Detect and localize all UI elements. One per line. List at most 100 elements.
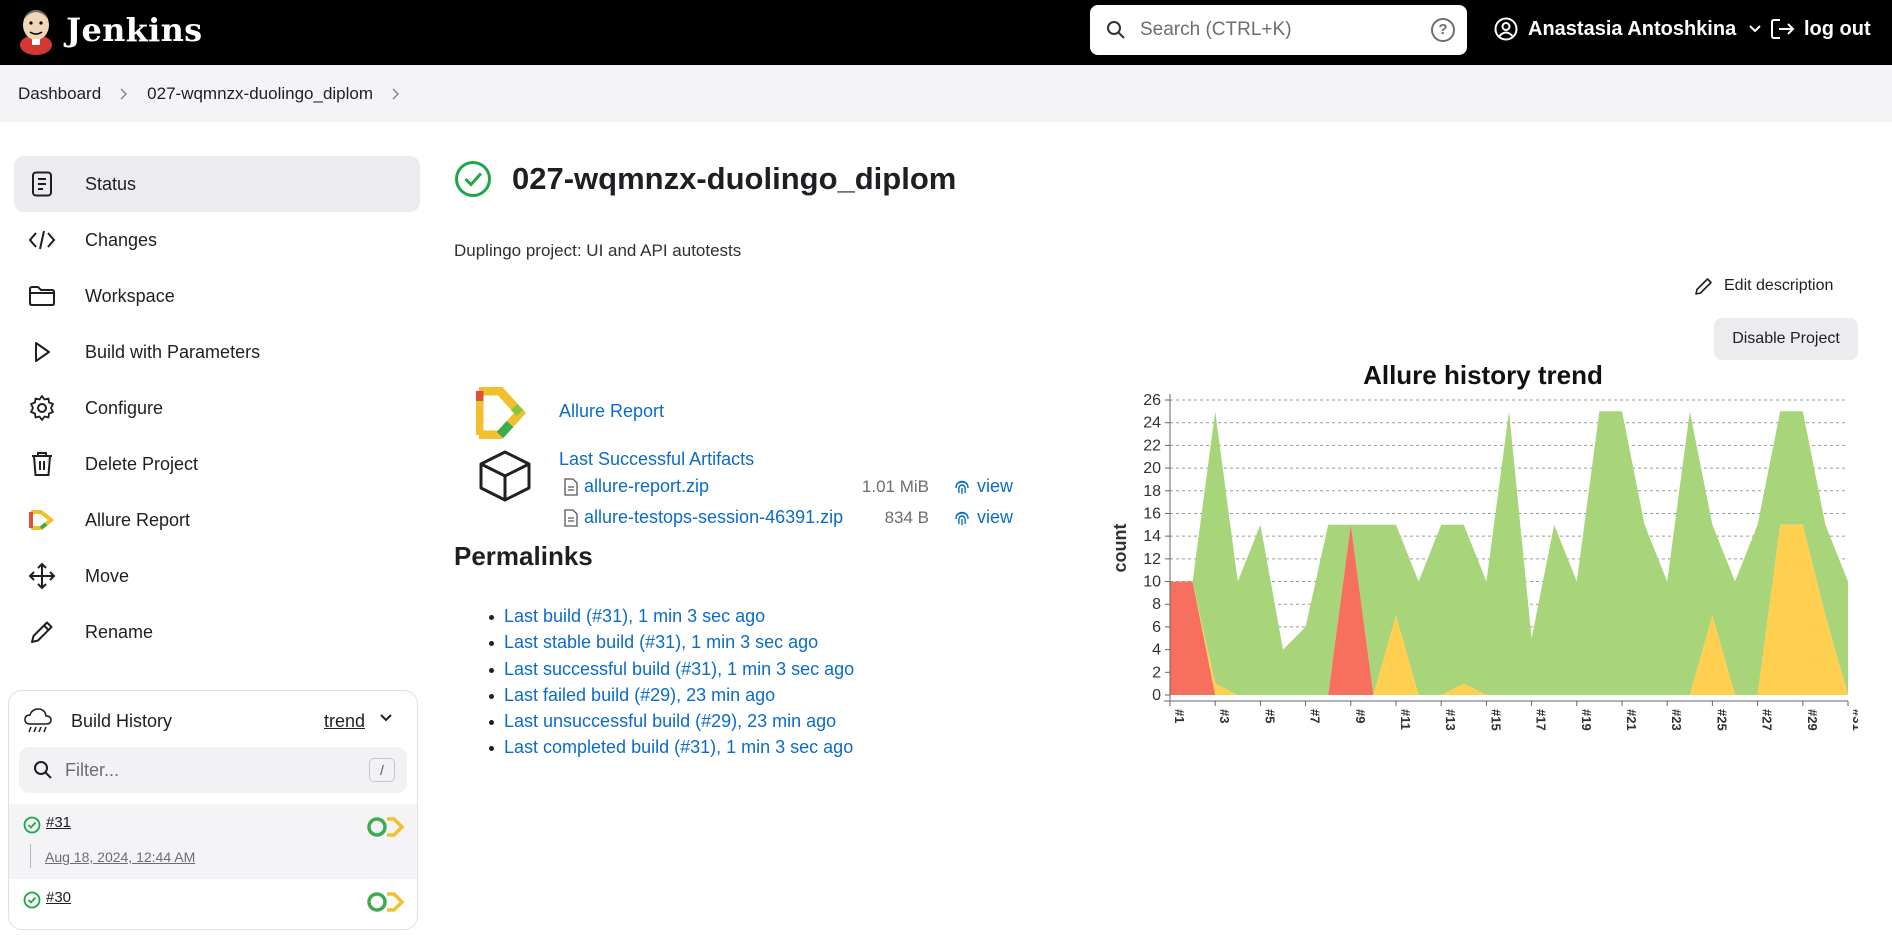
x-tick-label: #13: [1443, 709, 1458, 731]
jenkins-butler-icon: [20, 10, 52, 55]
sidebar-item-changes[interactable]: Changes: [14, 212, 420, 268]
permalink-last-unsuccessful-build[interactable]: Last unsuccessful build (#29), 23 min ag…: [504, 711, 836, 731]
permalink-last-build[interactable]: Last build (#31), 1 min 3 sec ago: [504, 606, 765, 626]
sidebar-item-allure-report[interactable]: Allure Report: [14, 492, 420, 548]
sidebar-item-label: Workspace: [85, 285, 175, 306]
permalinks-heading: Permalinks: [454, 541, 593, 571]
logout-icon: [1771, 19, 1795, 39]
x-tick-label: #19: [1579, 709, 1594, 731]
last-successful-artifacts-link[interactable]: Last Successful Artifacts: [559, 449, 754, 470]
chevron-right-icon: [119, 87, 129, 101]
search-icon: [34, 761, 52, 779]
artifact-row: allure-testops-session-46391.zip 834 B v…: [564, 507, 1014, 528]
permalink-last-successful-build[interactable]: Last successful build (#31), 1 min 3 sec…: [504, 659, 854, 679]
x-tick-label: #11: [1398, 709, 1413, 730]
search-input[interactable]: [1140, 14, 1400, 46]
y-tick-label: 22: [1143, 437, 1161, 454]
permalink-item: Last successful build (#31), 1 min 3 sec…: [488, 659, 854, 685]
permalink-last-stable-build[interactable]: Last stable build (#31), 1 min 3 sec ago: [504, 632, 818, 652]
permalink-item: Last unsuccessful build (#29), 23 min ag…: [488, 711, 854, 737]
build-row[interactable]: #31 Aug 18, 2024, 12:44 AM: [9, 804, 417, 879]
sidebar-item-configure[interactable]: Configure: [14, 380, 420, 436]
y-tick-label: 10: [1143, 574, 1161, 591]
y-tick-label: 14: [1143, 528, 1161, 545]
logout-label: log out: [1804, 17, 1871, 40]
artifact-view-link[interactable]: view: [953, 476, 1013, 497]
x-tick-label: #3: [1217, 709, 1232, 723]
search-icon: [1107, 21, 1125, 39]
sidebar-item-label: Move: [85, 565, 130, 586]
permalink-item: Last build (#31), 1 min 3 sec ago: [488, 606, 854, 632]
view-label: view: [977, 476, 1014, 496]
filter-shortcut-badge: /: [369, 758, 395, 782]
edit-description-link[interactable]: Edit description: [1694, 276, 1833, 296]
allure-icon: [28, 506, 56, 534]
y-tick-label: 0: [1152, 687, 1161, 704]
build-history-header: Build History trend: [23, 705, 403, 737]
x-tick-label: #7: [1308, 709, 1323, 723]
sidebar-item-delete-project[interactable]: Delete Project: [14, 436, 420, 492]
user-icon: [1494, 17, 1518, 41]
sidebar-item-workspace[interactable]: Workspace: [14, 268, 420, 324]
allure-badge-icon[interactable]: [367, 816, 405, 838]
x-tick-label: #23: [1669, 709, 1684, 731]
breadcrumb: Dashboard 027-wqmnzx-duolingo_diplom: [0, 65, 1892, 122]
x-tick-label: #15: [1488, 709, 1503, 731]
page-title: 027-wqmnzx-duolingo_diplom: [512, 161, 957, 196]
x-tick-label: #29: [1805, 709, 1820, 731]
sidebar-item-status[interactable]: Status: [14, 156, 420, 212]
x-tick-label: #1: [1172, 709, 1187, 723]
document-icon: [28, 170, 56, 198]
jenkins-logo[interactable]: Jenkins: [18, 5, 202, 55]
sidebar-item-label: Changes: [85, 229, 158, 250]
trash-icon: [28, 450, 56, 478]
allure-logo-icon: [476, 387, 527, 439]
chevron-down-icon: [1749, 25, 1761, 33]
pencil-icon: [1695, 278, 1712, 295]
sidebar-item-label: Status: [85, 173, 137, 194]
x-tick-label: #25: [1714, 709, 1729, 731]
breadcrumb-dashboard[interactable]: Dashboard: [18, 84, 101, 104]
allure-report-link[interactable]: Allure Report: [559, 401, 664, 422]
top-bar: Jenkins ? Anastasia Antoshkina log out: [0, 0, 1892, 65]
allure-badge-icon[interactable]: [367, 891, 405, 913]
chevron-down-icon[interactable]: [379, 713, 393, 723]
sidebar-item-move[interactable]: Move: [14, 548, 420, 604]
x-tick-label: #21: [1624, 709, 1639, 731]
x-tick-label: #5: [1262, 709, 1277, 723]
user-menu[interactable]: Anastasia Antoshkina: [1494, 17, 1762, 41]
fingerprint-icon: [955, 511, 969, 525]
weather-cloud-icon: [24, 708, 52, 733]
build-number[interactable]: #30: [46, 889, 71, 906]
permalink-last-completed-build[interactable]: Last completed build (#31), 1 min 3 sec …: [504, 737, 853, 757]
sidebar-item-label: Delete Project: [85, 453, 199, 474]
permalink-item: Last failed build (#29), 23 min ago: [488, 685, 854, 711]
chart-series-area: [1170, 411, 1848, 695]
chevron-right-icon[interactable]: [391, 87, 401, 101]
artifact-view-link[interactable]: view: [953, 507, 1013, 528]
sidebar-item-label: Configure: [85, 397, 164, 418]
filter-input[interactable]: [65, 757, 365, 783]
permalink-last-failed-build[interactable]: Last failed build (#29), 23 min ago: [504, 685, 775, 705]
permalink-item: Last stable build (#31), 1 min 3 sec ago: [488, 632, 854, 658]
fingerprint-icon: [955, 480, 969, 494]
build-row[interactable]: #30: [9, 879, 417, 939]
sidebar-item-build-with-parameters[interactable]: Build with Parameters: [14, 324, 420, 380]
sidebar-item-label: Allure Report: [85, 509, 191, 530]
build-date[interactable]: Aug 18, 2024, 12:44 AM: [45, 849, 195, 865]
build-filter[interactable]: /: [19, 747, 407, 793]
allure-history-trend-chart[interactable]: Allure history trend count 0246810121416…: [1108, 350, 1858, 750]
project-description: Duplingo project: UI and API autotests: [454, 241, 742, 260]
build-number[interactable]: #31: [46, 814, 71, 831]
breadcrumb-project[interactable]: 027-wqmnzx-duolingo_diplom: [147, 84, 373, 104]
package-icon: [479, 450, 531, 502]
success-check-icon: [23, 891, 41, 909]
x-tick-label: #31: [1850, 709, 1858, 731]
artifact-size: 834 B: [884, 507, 929, 527]
help-icon[interactable]: ?: [1431, 18, 1455, 42]
trend-link[interactable]: trend: [324, 711, 365, 732]
search-box[interactable]: ?: [1090, 5, 1467, 55]
logout-link[interactable]: log out: [1770, 17, 1871, 41]
build-history-title: Build History: [71, 710, 173, 731]
sidebar-item-rename[interactable]: Rename: [14, 604, 420, 660]
